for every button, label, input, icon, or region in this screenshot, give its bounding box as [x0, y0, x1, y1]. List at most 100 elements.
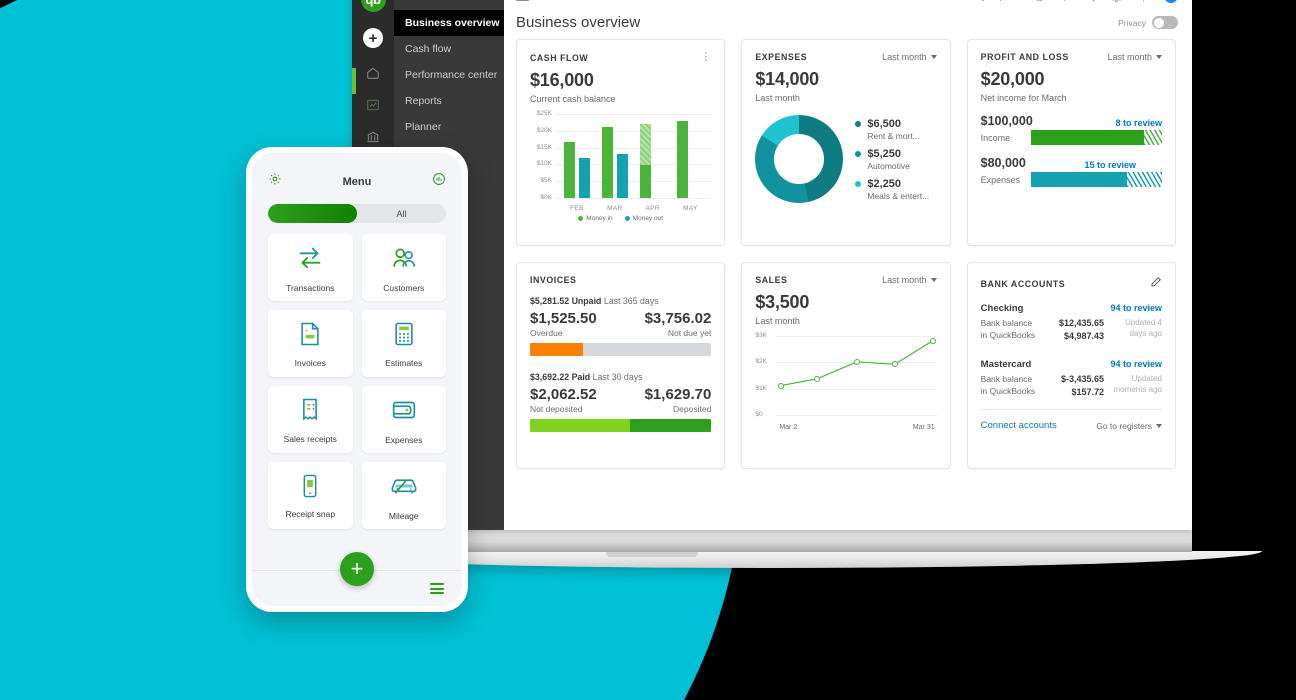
sales-line-svg — [777, 336, 936, 415]
cash-flow-chart: $0K $5K $10K $15K $20K $25K FEB MAR APR MAY — [530, 110, 712, 212]
gear-icon[interactable] — [268, 172, 282, 191]
expenses-period-selector[interactable]: Last month — [882, 52, 937, 62]
phone-add-button[interactable]: + — [340, 552, 374, 586]
bank-review-link[interactable]: 94 to review — [1110, 303, 1162, 313]
page-title: Business overview — [516, 14, 641, 31]
bank-review-link[interactable]: 94 to review — [1110, 359, 1162, 369]
help-button[interactable]: Help — [1034, 0, 1069, 2]
connect-accounts-link[interactable]: Connect accounts — [981, 420, 1057, 431]
app-topbar: My experts Help — [504, 0, 1192, 10]
sales-data-point — [930, 337, 937, 344]
nav-item-performance-center[interactable]: Performance center — [394, 62, 504, 88]
plus-icon[interactable]: + — [363, 28, 383, 48]
hamburger-icon[interactable] — [430, 583, 444, 594]
expenses-sub: Last month — [755, 93, 800, 103]
bar-group — [634, 114, 672, 198]
quickbooks-logo[interactable]: qb — [360, 0, 386, 12]
bank-accounts-title: BANK ACCOUNTS — [980, 279, 1066, 289]
bar-money-out — [616, 154, 628, 198]
bar-actual — [639, 165, 651, 198]
privacy-control[interactable]: Privacy — [1118, 16, 1178, 29]
privacy-toggle[interactable] — [1152, 16, 1178, 29]
my-experts-button[interactable]: My experts — [959, 0, 1020, 2]
quickbooks-app: qb + — [352, 0, 1192, 530]
profit-loss-period-label: Last month — [1107, 52, 1152, 62]
phone-tile-expenses[interactable]: Expenses — [361, 386, 446, 453]
pencil-icon[interactable] — [1150, 275, 1162, 293]
phone-segment-active[interactable] — [268, 204, 357, 223]
chevron-down-icon — [930, 55, 937, 59]
phone-tile-label: Mileage — [388, 510, 419, 521]
nav-item-business-overview[interactable]: Business overview — [394, 10, 504, 36]
phone-segmented-control[interactable]: All — [268, 204, 446, 223]
expense-legend-item: $5,250 Automotive — [855, 148, 929, 171]
bar-group — [596, 114, 634, 198]
sales-period-selector[interactable]: Last month — [882, 275, 937, 285]
legend-dot — [624, 216, 630, 221]
pl-amount: $100,000 — [980, 114, 1033, 128]
profit-loss-title: PROFIT AND LOSS — [980, 52, 1069, 62]
phone-tile-customers[interactable]: Customers — [361, 234, 446, 301]
bank-labels: Bank balance in QuickBooks — [981, 373, 1035, 399]
bank-balance-label: Bank balance — [980, 318, 1033, 328]
bank-balance-value: $-3,435.65 — [1060, 374, 1104, 385]
bank-icon[interactable] — [366, 130, 380, 144]
invoice-bar-overdue — [530, 343, 583, 356]
donut-hole — [774, 134, 825, 184]
legend-label: Money in — [586, 215, 613, 222]
legend-dot — [855, 180, 862, 187]
chart-icon[interactable] — [366, 98, 380, 112]
home-icon[interactable] — [366, 66, 380, 80]
expense-amount: $6,500 — [867, 117, 901, 130]
go-to-registers-dropdown[interactable]: Go to registers — [1096, 421, 1162, 431]
x-axis-tick: APR — [645, 205, 660, 212]
my-experts-label: My experts — [974, 0, 1020, 2]
report-icon[interactable] — [432, 172, 446, 191]
avatar[interactable]: C — [1164, 0, 1178, 3]
wallet-icon — [389, 395, 419, 430]
kebab-icon[interactable]: ⋮ — [700, 52, 711, 63]
y-axis-tick: $20K — [536, 126, 552, 134]
phone-tile-receipt-snap[interactable]: Receipt snap — [268, 462, 353, 529]
invoices-card: INVOICES $5,281.52 Unpaid Last 365 days … — [516, 262, 726, 469]
in-quickbooks-value: $4,987.43 — [1063, 331, 1104, 342]
transactions-icon — [295, 243, 325, 278]
x-axis-tick: Mar 31 — [912, 424, 935, 431]
bar-group — [558, 114, 596, 198]
privacy-label: Privacy — [1118, 17, 1146, 28]
invoices-header: INVOICES — [530, 275, 711, 285]
dashboard-cards-grid: CASH FLOW ⋮ $16,000 Current cash balance… — [504, 39, 1192, 485]
invoices-overdue-amount: $1,525.50 — [530, 310, 597, 327]
y-axis-tick: $1K — [755, 384, 767, 392]
phone-tile-invoices[interactable]: Invoices — [268, 310, 353, 377]
invoices-unpaid-bar — [530, 343, 712, 356]
hamburger-icon[interactable] — [516, 0, 529, 1]
nav-item-reports[interactable]: Reports — [394, 88, 504, 114]
phone-tile-estimates[interactable]: Estimates — [361, 310, 446, 377]
nav-item-planner[interactable]: Planner — [394, 114, 504, 140]
pl-bar-fill — [1030, 172, 1127, 187]
invoices-paid-bar — [530, 419, 712, 432]
phone-tile-label: Transactions — [286, 282, 335, 293]
nav-item-cash-flow[interactable]: Cash flow — [394, 36, 504, 62]
phone-tile-transactions[interactable]: Transactions — [268, 234, 353, 301]
phone-device: Menu All Transactions Customers Invoices Es… — [246, 147, 468, 612]
phone-segment-all[interactable]: All — [357, 204, 446, 223]
in-quickbooks-label: in QuickBooks — [980, 330, 1035, 341]
bank-account-row-top: Checking 94 to review — [981, 303, 1162, 314]
phone-tile-sales-receipts[interactable]: Sales receipts — [268, 386, 353, 453]
search-icon[interactable] — [1083, 0, 1096, 3]
bank-account-name: Checking — [980, 303, 1024, 314]
profit-loss-period-selector[interactable]: Last month — [1107, 52, 1162, 62]
gear-icon[interactable] — [1137, 0, 1150, 3]
phone-tile-mileage[interactable]: Mileage — [361, 462, 446, 529]
expenses-header: EXPENSES Last month — [755, 52, 937, 62]
screenshot-stage: qb + — [0, 0, 1296, 700]
invoices-paid-labels: Not deposited Deposited — [530, 404, 711, 414]
sales-title: SALES — [755, 275, 788, 285]
pl-row-top: $100,000 8 to review — [981, 114, 1162, 128]
pl-review-link[interactable]: 8 to review — [1115, 118, 1162, 128]
help-label: Help — [1049, 0, 1069, 2]
pl-review-link[interactable]: 15 to review — [1084, 160, 1136, 170]
bell-icon[interactable] — [1110, 0, 1123, 3]
